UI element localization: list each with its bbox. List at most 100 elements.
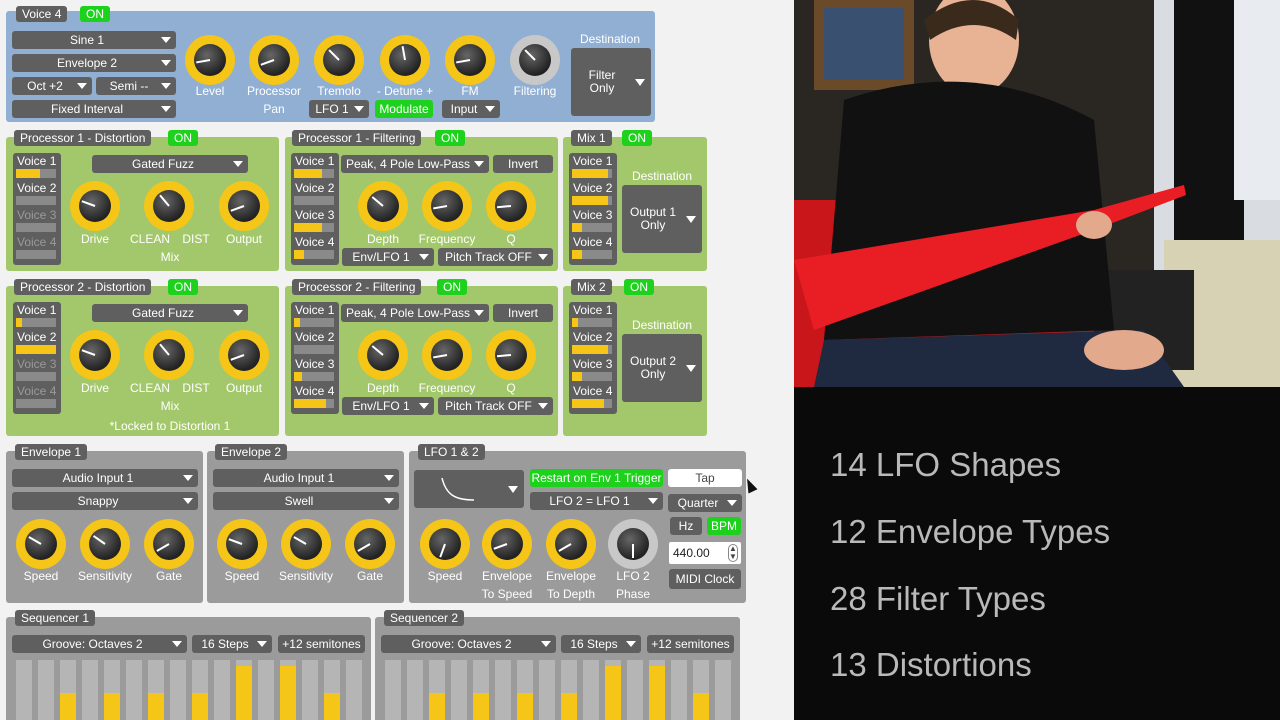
- gate-knob[interactable]: [345, 519, 395, 569]
- sequencer-step-13[interactable]: [280, 660, 296, 720]
- sequencer-step-3[interactable]: [60, 660, 76, 720]
- sequencer-step-11[interactable]: [236, 660, 252, 720]
- sequencer-step-2[interactable]: [407, 660, 423, 720]
- voice-level-3[interactable]: Voice 3: [16, 358, 58, 385]
- q-knob[interactable]: [486, 181, 536, 231]
- voice-level-1[interactable]: Voice 1: [16, 155, 58, 182]
- envelope1-shape-select[interactable]: Snappy: [12, 492, 198, 510]
- processor2-distortion-type-select[interactable]: Gated Fuzz: [92, 304, 248, 322]
- envelope2-input-select[interactable]: Audio Input 1: [213, 469, 399, 487]
- restart-on-env1-toggle[interactable]: Restart on Env 1 Trigger: [530, 469, 663, 487]
- semi-select[interactable]: Semi --: [96, 77, 176, 95]
- processor1-distortion-on-toggle[interactable]: ON: [168, 130, 198, 146]
- sequencer-step-11[interactable]: [605, 660, 621, 720]
- envelope1-input-select[interactable]: Audio Input 1: [12, 469, 198, 487]
- sequencer1-range-button[interactable]: +12 semitones: [278, 635, 365, 653]
- voice-level-3[interactable]: Voice 3: [572, 209, 614, 236]
- processor2-distortion-on-toggle[interactable]: ON: [168, 279, 198, 295]
- hz-button[interactable]: Hz: [670, 517, 702, 535]
- voice-level-2[interactable]: Voice 2: [16, 331, 58, 358]
- speed-knob[interactable]: [217, 519, 267, 569]
- sensitivity-knob[interactable]: [80, 519, 130, 569]
- sensitivity-knob[interactable]: [281, 519, 331, 569]
- sequencer-step-13[interactable]: [649, 660, 665, 720]
- voice-level-3[interactable]: Voice 3: [572, 358, 614, 385]
- sequencer-step-7[interactable]: [517, 660, 533, 720]
- lfo2-link-select[interactable]: LFO 2 = LFO 1: [530, 492, 663, 510]
- sequencer-step-16[interactable]: [346, 660, 362, 720]
- sequencer-step-5[interactable]: [104, 660, 120, 720]
- voice-level-1[interactable]: Voice 1: [572, 155, 614, 182]
- envelope-to-depth-knob[interactable]: [546, 519, 596, 569]
- mix2-destination-select[interactable]: Output 2 Only: [622, 334, 702, 402]
- processor1-invert-button[interactable]: Invert: [493, 155, 553, 173]
- voice-level-1[interactable]: Voice 1: [294, 304, 336, 331]
- mix1-destination-select[interactable]: Output 1 Only: [622, 185, 702, 253]
- sequencer-step-2[interactable]: [38, 660, 54, 720]
- voice-on-toggle[interactable]: ON: [80, 6, 110, 22]
- processor1-mod-source-select[interactable]: Env/LFO 1: [342, 248, 434, 266]
- sequencer-step-16[interactable]: [715, 660, 731, 720]
- voice-level-4[interactable]: Voice 4: [16, 385, 58, 412]
- voice-level-3[interactable]: Voice 3: [294, 358, 336, 385]
- processor2-pitch-track-select[interactable]: Pitch Track OFF: [438, 397, 553, 415]
- voice-level-4[interactable]: Voice 4: [16, 236, 58, 263]
- processor1-filter-type-select[interactable]: Peak, 4 Pole Low-Pass: [341, 155, 489, 173]
- voice-level-1[interactable]: Voice 1: [294, 155, 336, 182]
- division-select[interactable]: Quarter: [668, 494, 742, 512]
- mix2-on-toggle[interactable]: ON: [624, 279, 654, 295]
- voice-level-2[interactable]: Voice 2: [572, 331, 614, 358]
- speed-knob[interactable]: [16, 519, 66, 569]
- voice-level-2[interactable]: Voice 2: [572, 182, 614, 209]
- drive-knob[interactable]: [70, 330, 120, 380]
- processor2-invert-button[interactable]: Invert: [493, 304, 553, 322]
- sequencer-step-5[interactable]: [473, 660, 489, 720]
- voice-level-3[interactable]: Voice 3: [294, 209, 336, 236]
- sequencer1-pattern-select[interactable]: Groove: Octaves 2: [12, 635, 187, 653]
- sequencer-step-14[interactable]: [302, 660, 318, 720]
- tap-button[interactable]: Tap: [668, 469, 742, 487]
- depth-knob[interactable]: [358, 330, 408, 380]
- processor1-filtering-on-toggle[interactable]: ON: [435, 130, 465, 146]
- stepper-icon[interactable]: ▲ ▼: [728, 544, 738, 562]
- sequencer-step-12[interactable]: [627, 660, 643, 720]
- sequencer-step-1[interactable]: [385, 660, 401, 720]
- tremolo-knob[interactable]: [314, 35, 364, 85]
- q-knob[interactable]: [486, 330, 536, 380]
- sequencer-step-14[interactable]: [671, 660, 687, 720]
- lfo-select[interactable]: LFO 1: [309, 100, 369, 118]
- sequencer-step-15[interactable]: [693, 660, 709, 720]
- processor2-filter-type-select[interactable]: Peak, 4 Pole Low-Pass: [341, 304, 489, 322]
- lfo-speed-knob[interactable]: [420, 519, 470, 569]
- sequencer-step-9[interactable]: [561, 660, 577, 720]
- detune-knob[interactable]: [380, 35, 430, 85]
- gate-knob[interactable]: [144, 519, 194, 569]
- output-knob[interactable]: [219, 330, 269, 380]
- processor2-filtering-on-toggle[interactable]: ON: [437, 279, 467, 295]
- sequencer2-pattern-select[interactable]: Groove: Octaves 2: [381, 635, 556, 653]
- modulate-button[interactable]: Modulate: [375, 100, 433, 118]
- processor2-mod-source-select[interactable]: Env/LFO 1: [342, 397, 434, 415]
- sequencer-step-10[interactable]: [583, 660, 599, 720]
- sequencer2-range-button[interactable]: +12 semitones: [647, 635, 734, 653]
- sequencer-step-4[interactable]: [451, 660, 467, 720]
- sequencer-step-7[interactable]: [148, 660, 164, 720]
- level-knob[interactable]: [185, 35, 235, 85]
- sequencer-step-3[interactable]: [429, 660, 445, 720]
- mix-knob[interactable]: [144, 330, 194, 380]
- output-knob[interactable]: [219, 181, 269, 231]
- mix1-on-toggle[interactable]: ON: [622, 130, 652, 146]
- bpm-button[interactable]: BPM: [707, 517, 741, 535]
- midi-clock-button[interactable]: MIDI Clock: [669, 569, 741, 589]
- fm-knob[interactable]: [445, 35, 495, 85]
- voice-level-1[interactable]: Voice 1: [16, 304, 58, 331]
- processor-pan-knob[interactable]: [249, 35, 299, 85]
- drive-knob[interactable]: [70, 181, 120, 231]
- waveform-select[interactable]: Sine 1: [12, 31, 176, 49]
- processor1-distortion-type-select[interactable]: Gated Fuzz: [92, 155, 248, 173]
- input-select[interactable]: Input: [442, 100, 500, 118]
- envelope-select[interactable]: Envelope 2: [12, 54, 176, 72]
- sequencer-step-1[interactable]: [16, 660, 32, 720]
- octave-select[interactable]: Oct +2: [12, 77, 92, 95]
- lfo-shape-select[interactable]: [414, 470, 524, 508]
